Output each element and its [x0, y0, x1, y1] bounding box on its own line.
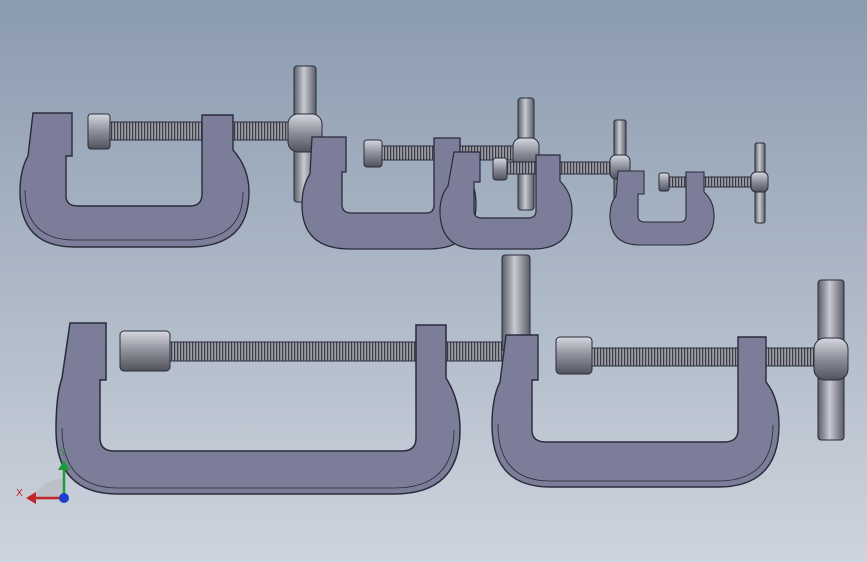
x-axis-arrow	[26, 492, 36, 504]
c-clamp-1[interactable]	[19, 65, 323, 248]
clamp-3-swivel-pad	[492, 157, 508, 181]
z-axis-dot	[59, 493, 69, 503]
c-clamp-6[interactable]	[491, 279, 849, 488]
axis-triad: X Y	[16, 448, 70, 504]
clamp-6-swivel-pad	[555, 336, 593, 375]
clamp-4-screw	[663, 176, 759, 188]
clamp-6-screw	[585, 347, 823, 367]
clamp-4-swivel-pad	[658, 172, 670, 192]
clamp-5-swivel-pad	[119, 330, 171, 372]
clamp-1-swivel-pad	[87, 113, 111, 150]
clamp-5-screw	[163, 341, 505, 362]
cad-viewport[interactable]: X Y	[0, 0, 867, 562]
c-clamp-4[interactable]	[609, 142, 769, 246]
clamp-6-screw-head	[813, 337, 849, 381]
triad-y-label: Y	[59, 448, 67, 459]
clamp-2-swivel-pad	[363, 139, 383, 168]
clamp-4-screw-head	[750, 171, 769, 193]
cad-scene[interactable]: X Y	[0, 0, 867, 562]
c-clamp-5[interactable]	[55, 254, 531, 495]
triad-x-label: X	[16, 488, 23, 499]
